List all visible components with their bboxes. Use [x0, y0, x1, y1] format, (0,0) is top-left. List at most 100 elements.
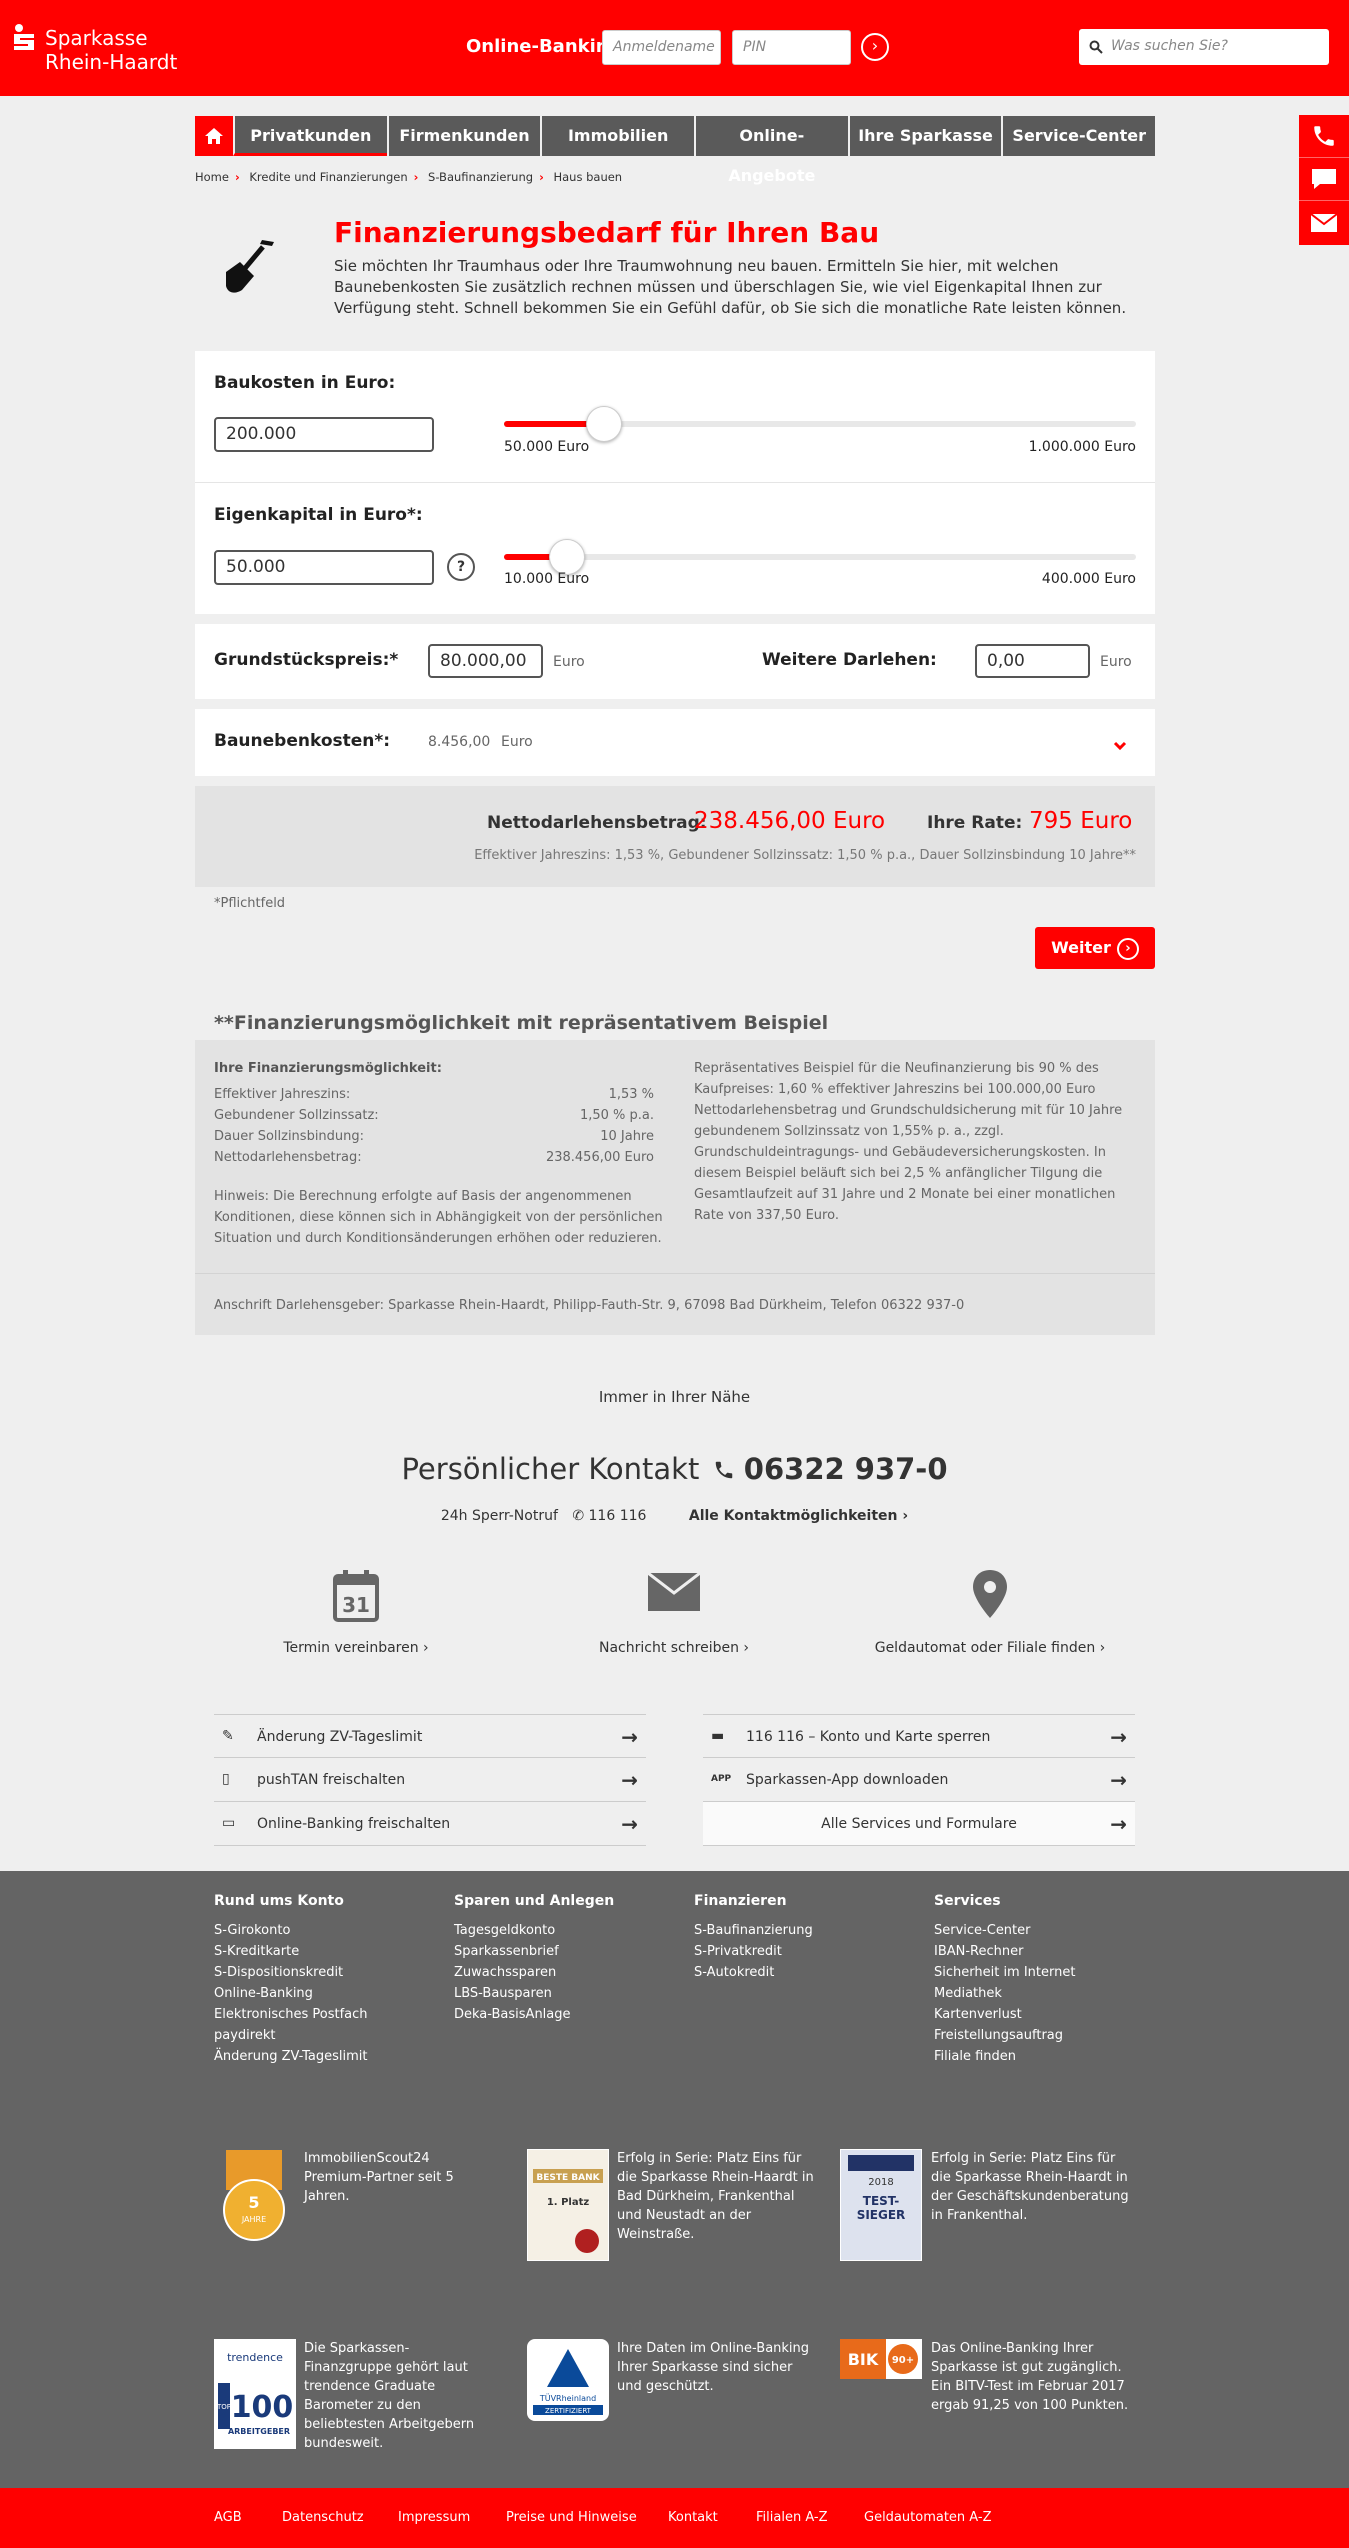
username-input[interactable]: Anmeldename: [602, 30, 721, 65]
bottom-link[interactable]: Impressum: [398, 2510, 470, 2525]
bottom-link[interactable]: Datenschutz: [282, 2510, 364, 2525]
contact-title: Persönlicher Kontakt 06322 937-0: [401, 1452, 948, 1486]
tab-immobilien[interactable]: Immobilien: [540, 116, 695, 156]
breadcrumb-item[interactable]: Kredite und Finanzierungen: [249, 170, 407, 184]
arrow-right-icon: →: [621, 1812, 638, 1836]
footer-link[interactable]: S-Kreditkarte: [214, 1941, 368, 1962]
footer-link[interactable]: IBAN-Rechner: [934, 1941, 1075, 1962]
footer-link[interactable]: LBS-Bausparen: [454, 1983, 614, 2004]
breadcrumb-item[interactable]: Home: [195, 170, 229, 184]
sperr-number[interactable]: ✆ 116 116: [572, 1508, 646, 1524]
slider-handle[interactable]: [585, 406, 622, 442]
link-online-banking[interactable]: ▭ Online-Banking freischalten →: [214, 1802, 646, 1846]
link-pushtan[interactable]: ▯ pushTAN freischalten →: [214, 1758, 646, 1802]
tab-service-center[interactable]: Service-Center: [1001, 116, 1156, 156]
weiter-button[interactable]: Weiter ›: [1035, 927, 1155, 969]
bottom-link[interactable]: AGB: [214, 2510, 242, 2525]
footer-link[interactable]: S-Dispositionskredit: [214, 1962, 368, 1983]
footer-link[interactable]: S-Baufinanzierung: [694, 1920, 813, 1941]
nebenkosten-card[interactable]: Baunebenkosten*: 8.456,00 Euro: [195, 709, 1155, 776]
eigenkapital-input[interactable]: 50.000: [214, 550, 434, 585]
nachricht-label: Nachricht schreiben ›: [598, 1640, 750, 1656]
termin-tile[interactable]: 31 Termin vereinbaren ›: [276, 1568, 436, 1656]
footer-link[interactable]: Elektronisches Postfach: [214, 2004, 368, 2025]
bottom-link[interactable]: Kontakt: [668, 2510, 718, 2525]
sparkasse-logo-icon[interactable]: [12, 24, 36, 50]
footer-link[interactable]: Tagesgeldkonto: [454, 1920, 614, 1941]
pencil-icon: ✎: [222, 1728, 234, 1744]
award-text: Die Sparkassen-Finanzgruppe gehört laut …: [304, 2341, 475, 2451]
grundstueck-card: Grundstückspreis:* 80.000,00 Euro Weiter…: [195, 624, 1155, 699]
sperr-label: 24h Sperr-Notruf: [440, 1508, 558, 1524]
login-submit-button[interactable]: ›: [861, 33, 889, 61]
svg-text:31: 31: [342, 1593, 370, 1617]
tab-privatkunden[interactable]: Privatkunden: [233, 116, 387, 156]
side-contact-bar: [1299, 115, 1349, 245]
link-sperren[interactable]: ▬ 116 116 – Konto und Karte sperren →: [703, 1714, 1135, 1758]
footer-link[interactable]: Mediathek: [934, 1983, 1075, 2004]
link-app[interactable]: APP Sparkassen-App downloaden →: [703, 1758, 1135, 1802]
tab-firmenkunden[interactable]: Firmenkunden: [386, 116, 541, 156]
footer-link[interactable]: Sparkassenbrief: [454, 1941, 614, 1962]
tab-ihre-sparkasse[interactable]: Ihre Sparkasse: [847, 116, 1002, 156]
grundstueck-input[interactable]: 80.000,00: [428, 644, 543, 678]
footer-link[interactable]: Deka-BasisAnlage: [454, 2004, 614, 2025]
arrow-right-icon: →: [621, 1725, 638, 1749]
breadcrumb-item[interactable]: S-Baufinanzierung: [428, 170, 533, 184]
smartphone-icon: ▯: [222, 1771, 230, 1787]
baukosten-input[interactable]: 200.000: [214, 417, 434, 452]
home-button[interactable]: [195, 116, 233, 156]
top-header: Sparkasse Rhein-Haardt Online-Banking Anm…: [0, 0, 1349, 96]
filiale-label: Geldautomat oder Filiale finden ›: [874, 1640, 1106, 1656]
svg-text:SIEGER: SIEGER: [857, 2208, 906, 2222]
phone-side-button[interactable]: [1299, 115, 1349, 158]
link-zv-limit[interactable]: ✎ Änderung ZV-Tageslimit →: [214, 1714, 646, 1758]
tab-online-angebote[interactable]: Online-Angebote: [694, 116, 848, 185]
page-title: Finanzierungsbedarf für Ihren Bau: [334, 216, 880, 249]
footer-link[interactable]: S-Autokredit: [694, 1962, 813, 1983]
footer-link[interactable]: Sicherheit im Internet: [934, 1962, 1075, 1983]
nebenkosten-value: 8.456,00: [428, 734, 491, 750]
help-icon[interactable]: ?: [447, 553, 475, 581]
app-icon: APP: [711, 1774, 732, 1784]
all-contact-link[interactable]: Alle Kontaktmöglichkeiten ›: [689, 1508, 908, 1524]
footer-link[interactable]: Freistellungsauftrag: [934, 2025, 1075, 2046]
arrow-right-icon: →: [621, 1768, 638, 1792]
footer-link[interactable]: Online-Banking: [214, 1983, 368, 2004]
award-text: Erfolg in Serie: Platz Eins für die Spar…: [931, 2151, 1129, 2223]
footer-link[interactable]: Zuwachssparen: [454, 1962, 614, 1983]
chat-side-button[interactable]: [1299, 158, 1349, 201]
footer-link[interactable]: Filiale finden: [934, 2046, 1075, 2067]
weitere-darlehen-input[interactable]: 0,00: [975, 644, 1090, 678]
nachricht-tile[interactable]: Nachricht schreiben ›: [574, 1571, 774, 1656]
svg-text:90+: 90+: [892, 2355, 914, 2366]
bottom-link[interactable]: Preise und Hinweise: [506, 2510, 637, 2525]
footer-link[interactable]: paydirekt: [214, 2025, 368, 2046]
footer-link[interactable]: S-Privatkredit: [694, 1941, 813, 1962]
baukosten-slider[interactable]: [504, 406, 1136, 442]
svg-text:TOP: TOP: [216, 2403, 231, 2411]
laptop-icon: ▭: [222, 1815, 236, 1831]
link-all-services[interactable]: Alle Services und Formulare →: [703, 1802, 1135, 1846]
pin-input[interactable]: PIN: [732, 30, 851, 65]
search-input[interactable]: Was suchen Sie?: [1079, 29, 1329, 65]
filiale-tile[interactable]: Geldautomat oder Filiale finden ›: [870, 1568, 1110, 1656]
envelope-icon: [647, 1571, 701, 1611]
footer-link[interactable]: Änderung ZV-Tageslimit: [214, 2046, 368, 2067]
brand-name[interactable]: Sparkasse Rhein-Haardt: [45, 26, 177, 74]
footer-link[interactable]: Service-Center: [934, 1920, 1075, 1941]
eigenkapital-slider[interactable]: [504, 539, 1136, 575]
footer-link[interactable]: S-Girokonto: [214, 1920, 368, 1941]
unit-label: Euro: [501, 734, 533, 750]
svg-text:TEST-: TEST-: [863, 2194, 899, 2208]
mail-side-button[interactable]: [1299, 201, 1349, 244]
bottom-link[interactable]: Filialen A-Z: [756, 2510, 828, 2525]
breadcrumb-current: Haus bauen: [553, 170, 623, 184]
chevron-down-icon[interactable]: [1113, 741, 1127, 751]
slider-handle[interactable]: [549, 539, 586, 575]
footer-link[interactable]: Kartenverlust: [934, 2004, 1075, 2025]
termin-label: Termin vereinbaren ›: [283, 1640, 429, 1656]
table-row: Gebundener Sollzinssatz: 1,50 % p.a.: [214, 1108, 654, 1123]
contact-phone[interactable]: 06322 937-0: [744, 1452, 948, 1486]
bottom-link[interactable]: Geldautomaten A-Z: [864, 2510, 992, 2525]
